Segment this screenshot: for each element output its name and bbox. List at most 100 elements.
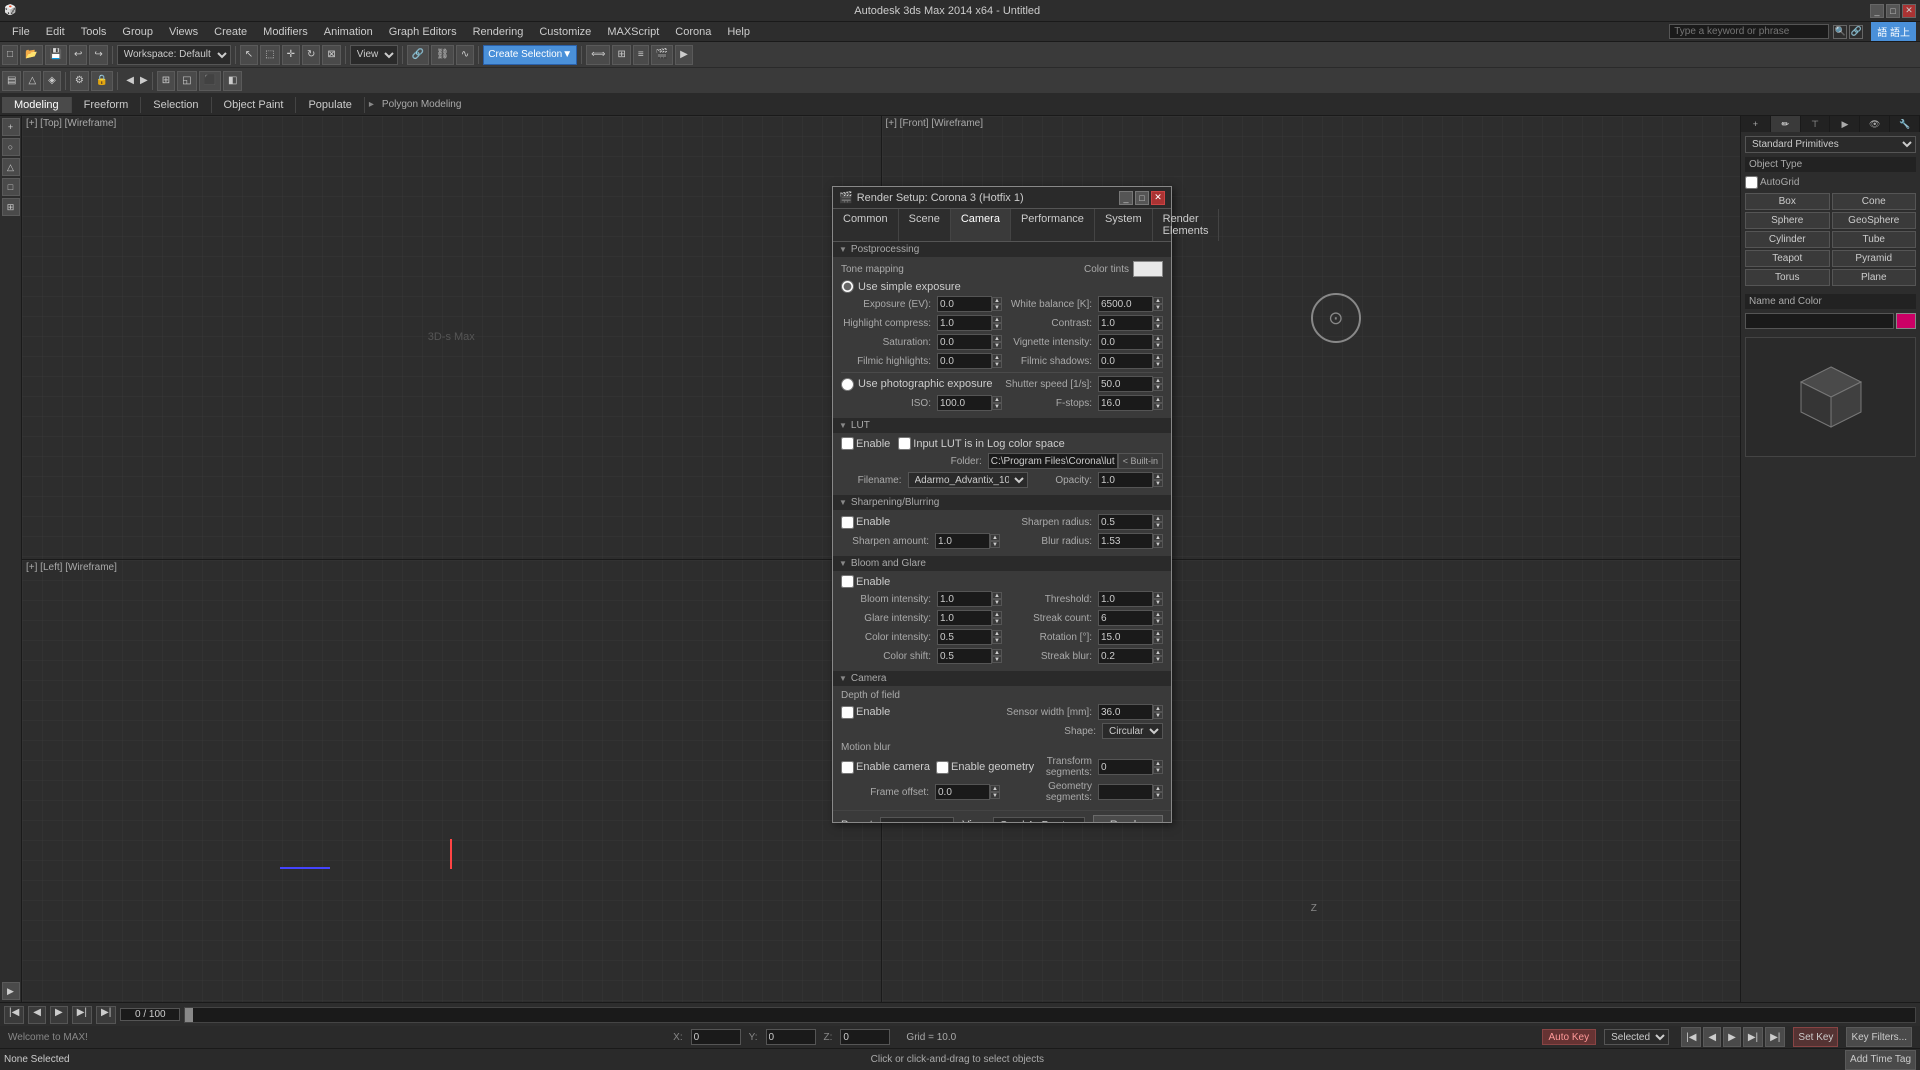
menu-edit[interactable]: Edit: [38, 26, 73, 38]
sat-up[interactable]: ▲: [992, 335, 1002, 342]
restore-button[interactable]: □: [1886, 4, 1900, 18]
sh-down[interactable]: ▼: [1153, 384, 1163, 391]
autogrid-checkbox[interactable]: [1745, 176, 1758, 189]
exposure-input[interactable]: [937, 296, 992, 312]
highlight-input[interactable]: [937, 315, 992, 331]
play-anim-btn[interactable]: ▶: [1723, 1027, 1741, 1047]
highlight-down[interactable]: ▼: [992, 323, 1002, 330]
fh-up[interactable]: ▲: [992, 354, 1002, 361]
left-btn-4[interactable]: □: [2, 178, 20, 196]
lut-enable-checkbox[interactable]: [841, 437, 854, 450]
shape-geosphere[interactable]: GeoSphere: [1832, 212, 1917, 229]
prev-frame-btn[interactable]: ◀: [1703, 1027, 1721, 1047]
menu-modifiers[interactable]: Modifiers: [255, 26, 316, 38]
lut-builtin-btn[interactable]: < Built-in: [1118, 453, 1163, 469]
left-btn-1[interactable]: +: [2, 118, 20, 136]
bi-down[interactable]: ▼: [992, 599, 1002, 606]
first-frame-btn[interactable]: |◀: [1681, 1027, 1701, 1047]
z-input[interactable]: [840, 1029, 890, 1045]
link-button[interactable]: 🔗: [1849, 25, 1863, 39]
rotate-button[interactable]: ↻: [302, 45, 320, 65]
shape-cylinder[interactable]: Cylinder: [1745, 231, 1830, 248]
shape-box[interactable]: Box: [1745, 193, 1830, 210]
anim-next-btn[interactable]: ▶|: [72, 1006, 92, 1024]
close-button[interactable]: ✕: [1902, 4, 1916, 18]
render-button[interactable]: Render: [1093, 815, 1163, 822]
tab-performance[interactable]: Performance: [1011, 209, 1095, 241]
fs2-up[interactable]: ▲: [1153, 396, 1163, 403]
rp-tab-create[interactable]: +: [1741, 116, 1771, 132]
left-btn-5[interactable]: ⊞: [2, 198, 20, 216]
bi-up[interactable]: ▲: [992, 592, 1002, 599]
wb-up[interactable]: ▲: [1153, 297, 1163, 304]
sr-up[interactable]: ▲: [1153, 515, 1163, 522]
br-up[interactable]: ▲: [1153, 534, 1163, 541]
anim-start-btn[interactable]: |◀: [4, 1006, 24, 1024]
last-frame-btn[interactable]: ▶|: [1765, 1027, 1785, 1047]
exposure-up[interactable]: ▲: [992, 297, 1002, 304]
dialog-close[interactable]: ✕: [1151, 191, 1165, 205]
preset-dropdown[interactable]: ---: [880, 817, 954, 822]
sc-up[interactable]: ▲: [1153, 611, 1163, 618]
menu-file[interactable]: File: [4, 26, 38, 38]
left-btn-3[interactable]: △: [2, 158, 20, 176]
view-dropdown[interactable]: View: [350, 45, 398, 65]
anim-prev-btn[interactable]: ◀: [28, 1006, 46, 1024]
undo-button[interactable]: ↩: [69, 45, 87, 65]
color-shift-input[interactable]: [937, 648, 992, 664]
shape-teapot[interactable]: Teapot: [1745, 250, 1830, 267]
lo-down[interactable]: ▼: [1153, 480, 1163, 487]
snap-button[interactable]: 🔒: [91, 71, 113, 91]
view-dropdown[interactable]: Quad 4 - Front: [993, 817, 1085, 822]
add-time-tag-button[interactable]: Add Time Tag: [1845, 1050, 1916, 1070]
viewport-bottom-left[interactable]: [+] [Left] [Wireframe]: [22, 560, 881, 1003]
name-input[interactable]: [1745, 313, 1894, 329]
menu-animation[interactable]: Animation: [316, 26, 381, 38]
shape-torus[interactable]: Torus: [1745, 269, 1830, 286]
mb-geo-checkbox[interactable]: [936, 761, 949, 774]
sc-down[interactable]: ▼: [1153, 618, 1163, 625]
wb-input[interactable]: [1098, 296, 1153, 312]
left-btn-2[interactable]: ○: [2, 138, 20, 156]
redo-button[interactable]: ↪: [89, 45, 107, 65]
tab-common[interactable]: Common: [833, 209, 899, 241]
unlink-button[interactable]: ⛓: [431, 45, 454, 65]
shape-plane[interactable]: Plane: [1832, 269, 1917, 286]
modifier-button[interactable]: ⚙: [70, 71, 89, 91]
create-selection-button[interactable]: Create Selection ▼: [483, 45, 577, 65]
color-tint-swatch[interactable]: [1133, 261, 1163, 277]
filmic-s-input[interactable]: [1098, 353, 1153, 369]
streak-blur-input[interactable]: [1098, 648, 1153, 664]
poly-button[interactable]: △: [23, 71, 41, 91]
rp-tab-utils[interactable]: 🔧: [1890, 116, 1920, 132]
sb-down[interactable]: ▼: [1153, 656, 1163, 663]
new-button[interactable]: □: [2, 45, 18, 65]
saturation-input[interactable]: [937, 334, 992, 350]
menu-corona[interactable]: Corona: [667, 26, 719, 38]
menu-group[interactable]: Group: [114, 26, 161, 38]
shape-cone[interactable]: Cone: [1832, 193, 1917, 210]
gs-up[interactable]: ▲: [1153, 785, 1163, 792]
sharp-radius-input[interactable]: [1098, 514, 1153, 530]
autokey-button[interactable]: Auto Key: [1542, 1029, 1597, 1045]
y-input[interactable]: [766, 1029, 816, 1045]
sharp-enable-checkbox[interactable]: [841, 516, 854, 529]
rp-tab-hierarchy[interactable]: ⊤: [1801, 116, 1831, 132]
sharp-amount-input[interactable]: [935, 533, 990, 549]
tab-freeform[interactable]: Freeform: [72, 97, 142, 113]
shape-dropdown[interactable]: Circular: [1102, 723, 1163, 739]
th-down[interactable]: ▼: [1153, 599, 1163, 606]
x-input[interactable]: [691, 1029, 741, 1045]
sh-up[interactable]: ▲: [1153, 377, 1163, 384]
search-button[interactable]: 🔍: [1833, 25, 1847, 39]
tab-modeling[interactable]: Modeling: [2, 97, 72, 113]
name-color-swatch[interactable]: [1896, 313, 1916, 329]
save-button[interactable]: 💾: [45, 45, 67, 65]
fo-down[interactable]: ▼: [990, 792, 1000, 799]
photo-radio[interactable]: [841, 378, 854, 391]
menu-rendering[interactable]: Rendering: [465, 26, 532, 38]
viewport-btn2[interactable]: ◱: [177, 71, 196, 91]
sb-up[interactable]: ▲: [1153, 649, 1163, 656]
gs-down[interactable]: ▼: [1153, 792, 1163, 799]
align-button[interactable]: ⊞: [612, 45, 630, 65]
